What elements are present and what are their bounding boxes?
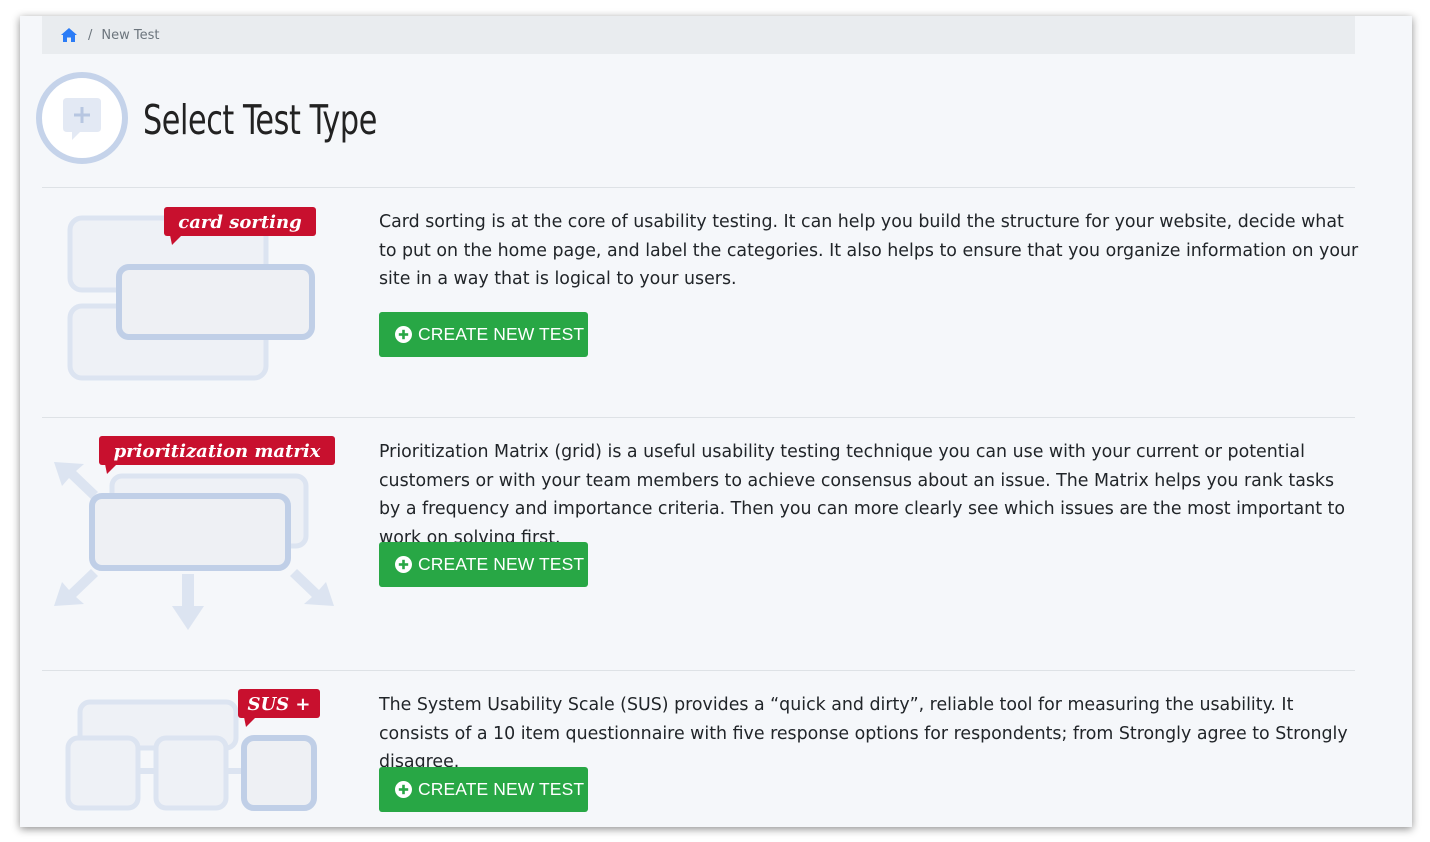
page-title: Select Test Type <box>143 96 377 144</box>
divider <box>42 417 1355 418</box>
card-sorting-description: Card sorting is at the core of usability… <box>379 212 1359 289</box>
breadcrumb-current: New Test <box>101 27 160 43</box>
page-header: Select Test Type <box>36 72 428 168</box>
card-sorting-illustration: card sorting <box>60 202 330 396</box>
create-button-label: CREATE NEW TEST <box>418 324 585 344</box>
prioritization-matrix-description: Prioritization Matrix (grid) is a useful… <box>379 442 1346 548</box>
app-window: / New Test Select Test Type card sorting… <box>20 16 1412 827</box>
plus-circle-icon <box>395 781 412 798</box>
card-sorting-create-button[interactable]: CREATE NEW TEST <box>379 312 588 357</box>
prioritization-matrix-tag: prioritization matrix <box>114 441 321 462</box>
sus-illustration: SUS + <box>60 686 330 827</box>
divider <box>42 187 1355 188</box>
sus-tag: SUS + <box>247 694 310 715</box>
breadcrumb: / New Test <box>42 16 1355 54</box>
sus-create-button[interactable]: CREATE NEW TEST <box>379 767 588 812</box>
create-button-label: CREATE NEW TEST <box>418 554 585 574</box>
create-button-label: CREATE NEW TEST <box>418 779 585 799</box>
sus-description: The System Usability Scale (SUS) provide… <box>379 695 1348 772</box>
add-comment-icon <box>36 72 128 168</box>
home-icon[interactable] <box>60 27 78 43</box>
divider <box>42 670 1355 671</box>
plus-circle-icon <box>395 326 412 343</box>
prioritization-matrix-illustration: prioritization matrix <box>46 434 346 638</box>
plus-circle-icon <box>395 556 412 573</box>
prioritization-matrix-create-button[interactable]: CREATE NEW TEST <box>379 542 588 587</box>
card-sorting-tag: card sorting <box>178 212 301 233</box>
breadcrumb-separator: / <box>88 27 93 43</box>
